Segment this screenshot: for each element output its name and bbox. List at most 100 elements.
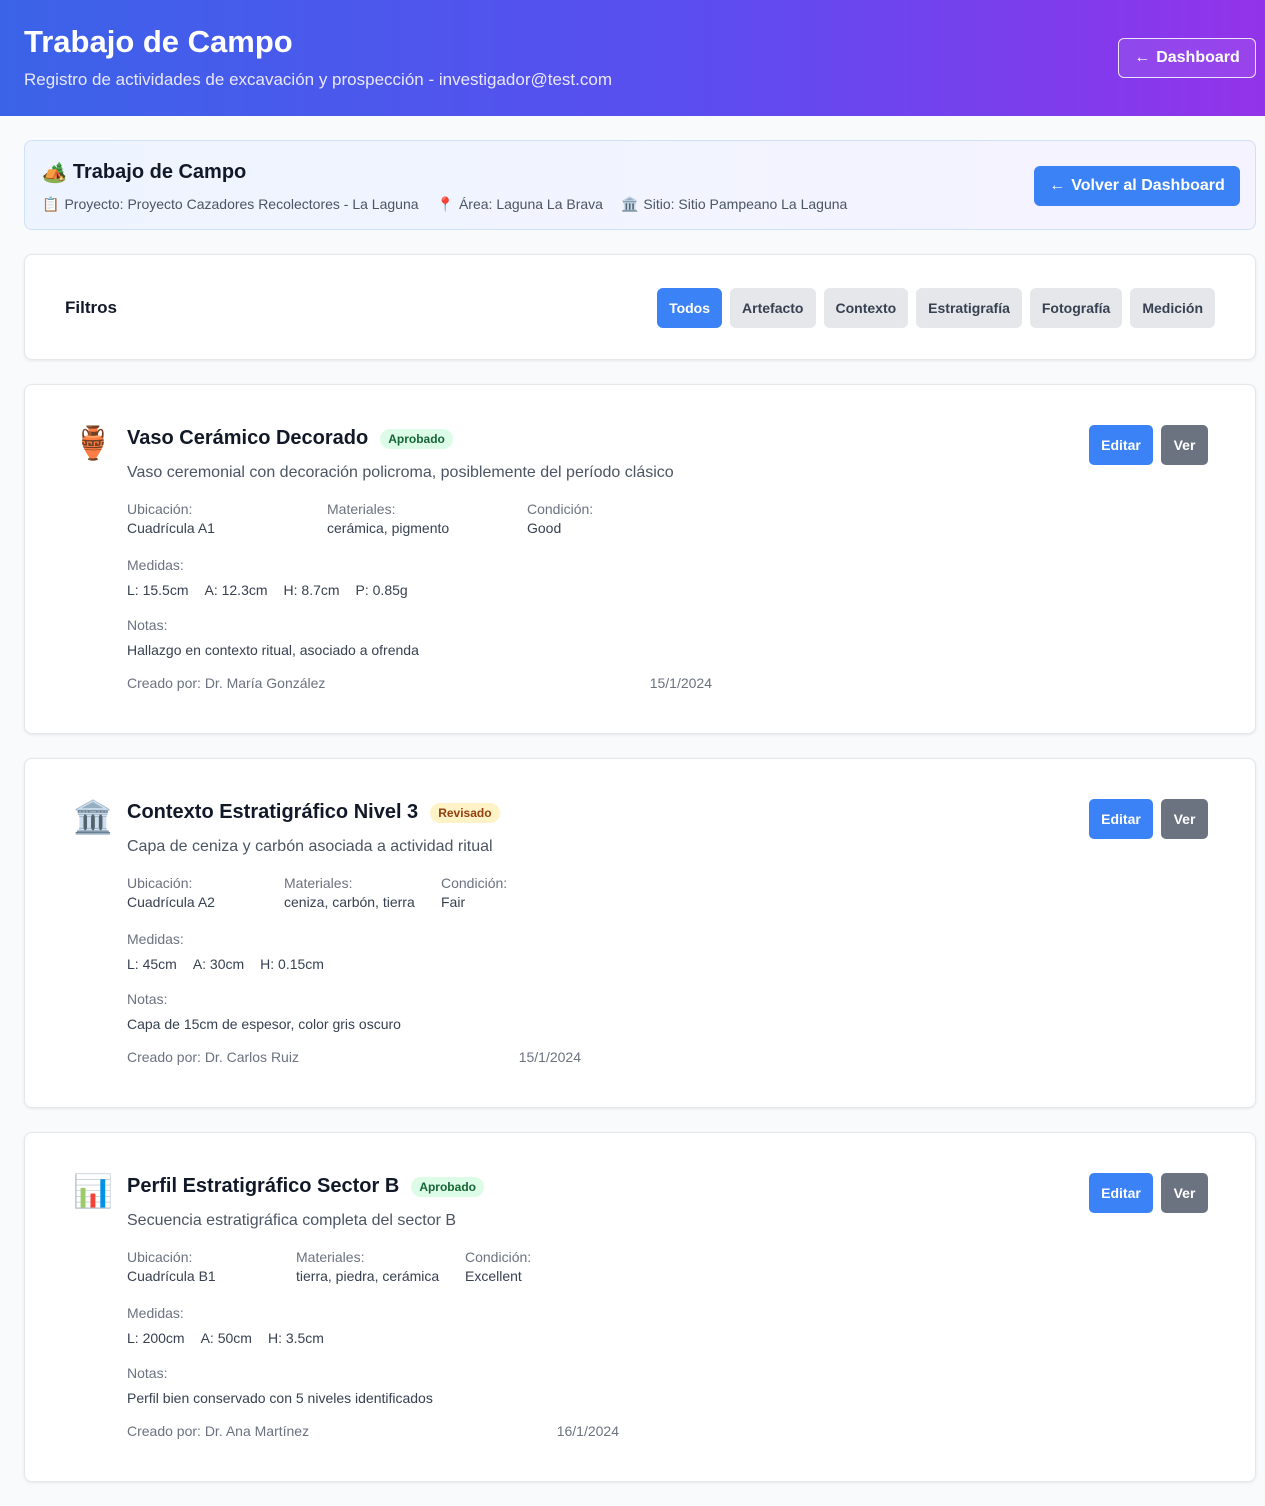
filter-contexto[interactable]: Contexto xyxy=(823,288,909,328)
record-title-row: Contexto Estratigráfico Nivel 3 Revisado xyxy=(127,801,500,824)
edit-button[interactable]: Editar xyxy=(1089,425,1153,465)
location-value: Cuadrícula A2 xyxy=(127,894,215,910)
measure-weight: P: 0.85g xyxy=(355,582,408,598)
filter-fotografia[interactable]: Fotografía xyxy=(1029,288,1123,328)
measure-height: H: 8.7cm xyxy=(283,582,340,598)
record-fields: Ubicación: Cuadrícula A2 Materiales: cen… xyxy=(127,875,507,910)
record-title-row: Vaso Cerámico Decorado Aprobado xyxy=(127,427,453,450)
measures-values: L: 200cm A: 50cm H: 3.5cm xyxy=(127,1330,324,1346)
location-label: Ubicación: xyxy=(127,875,193,891)
materials-label: Materiales: xyxy=(296,1249,365,1265)
page-subtitle: Registro de actividades de excavación y … xyxy=(24,70,612,89)
view-button[interactable]: Ver xyxy=(1161,1173,1208,1213)
location-value: Cuadrícula A1 xyxy=(127,520,215,536)
site-info: 🏛️ Sitio: Sitio Pampeano La Laguna xyxy=(621,196,847,213)
condition-field: Condición: Good xyxy=(527,501,593,536)
area-label: Área: Laguna La Brava xyxy=(458,196,603,212)
measures-label: Medidas: xyxy=(127,931,184,947)
record-title-row: Perfil Estratigráfico Sector B Aprobado xyxy=(127,1175,484,1198)
record-actions: Editar Ver xyxy=(1089,425,1208,465)
materials-label: Materiales: xyxy=(284,875,353,891)
notes-label: Notas: xyxy=(127,991,168,1007)
notes-label: Notas: xyxy=(127,1365,168,1381)
measure-width: A: 30cm xyxy=(192,956,245,972)
site-label: Sitio: Sitio Pampeano La Laguna xyxy=(643,196,848,212)
condition-field: Condición: Fair xyxy=(441,875,507,910)
project-info: 📋 Proyecto: Proyecto Cazadores Recolecto… xyxy=(42,196,419,213)
page-header: Trabajo de Campo Registro de actividades… xyxy=(0,0,1265,116)
condition-label: Condición: xyxy=(441,875,508,891)
measure-length: L: 200cm xyxy=(127,1330,185,1346)
status-badge: Aprobado xyxy=(411,1176,484,1197)
record-description: Vaso ceremonial con decoración policroma… xyxy=(127,464,674,481)
filter-chips: Todos Artefacto Contexto Estratigrafía F… xyxy=(657,288,1215,328)
record-card: 📊 Perfil Estratigráfico Sector B Aprobad… xyxy=(24,1132,1256,1482)
measure-height: H: 0.15cm xyxy=(260,956,324,972)
edit-button[interactable]: Editar xyxy=(1089,799,1153,839)
pin-icon: 📍 xyxy=(436,196,454,212)
project-info-panel: 🏕️ Trabajo de Campo 📋 Proyecto: Proyecto… xyxy=(24,140,1256,230)
view-button[interactable]: Ver xyxy=(1161,425,1208,465)
filters-title: Filtros xyxy=(65,298,117,317)
location-label: Ubicación: xyxy=(127,501,193,517)
notes-label: Notas: xyxy=(127,617,168,633)
back-button-label: Volver al Dashboard xyxy=(1071,177,1225,194)
measures-values: L: 15.5cm A: 12.3cm H: 8.7cm P: 0.85g xyxy=(127,582,408,598)
materials-value: tierra, piedra, cerámica xyxy=(296,1268,440,1284)
materials-field: Materiales: ceniza, carbón, tierra xyxy=(284,875,425,910)
filter-medicion[interactable]: Medición xyxy=(1130,288,1215,328)
area-info: 📍 Área: Laguna La Brava xyxy=(437,196,603,213)
record-card: 🏺 Vaso Cerámico Decorado Aprobado Vaso c… xyxy=(24,384,1256,734)
record-card: 🏛️ Contexto Estratigráfico Nivel 3 Revis… xyxy=(24,758,1256,1108)
created-by: Creado por: Dr. Ana Martínez xyxy=(127,1423,310,1439)
notes-value: Capa de 15cm de espesor, color gris oscu… xyxy=(127,1016,401,1032)
materials-field: Materiales: cerámica, pigmento xyxy=(327,501,511,536)
view-button[interactable]: Ver xyxy=(1161,799,1208,839)
record-actions: Editar Ver xyxy=(1089,799,1208,839)
measures-label: Medidas: xyxy=(127,557,184,573)
condition-value: Fair xyxy=(441,894,466,910)
filter-estratigrafia[interactable]: Estratigrafía xyxy=(916,288,1022,328)
measures-label: Medidas: xyxy=(127,1305,184,1321)
clipboard-icon: 📋 xyxy=(42,196,60,212)
record-title: Vaso Cerámico Decorado xyxy=(127,427,369,449)
created-by: Creado por: Dr. María González xyxy=(127,675,326,691)
measure-height: H: 3.5cm xyxy=(267,1330,324,1346)
record-title: Contexto Estratigráfico Nivel 3 xyxy=(127,801,419,823)
materials-field: Materiales: tierra, piedra, cerámica xyxy=(296,1249,449,1284)
status-badge: Aprobado xyxy=(380,428,453,449)
condition-label: Condición: xyxy=(465,1249,532,1265)
location-label: Ubicación: xyxy=(127,1249,193,1265)
bar-chart-icon: 📊 xyxy=(73,1173,113,1209)
measure-width: A: 12.3cm xyxy=(204,582,268,598)
location-field: Ubicación: Cuadrícula B1 xyxy=(127,1249,280,1284)
info-title: 🏕️ Trabajo de Campo xyxy=(42,160,246,185)
location-field: Ubicación: Cuadrícula A2 xyxy=(127,875,268,910)
condition-label: Condición: xyxy=(527,501,594,517)
location-value: Cuadrícula B1 xyxy=(127,1268,216,1284)
materials-value: ceniza, carbón, tierra xyxy=(284,894,415,910)
condition-field: Condición: Excellent xyxy=(465,1249,531,1284)
back-to-dashboard-button[interactable]: ← Volver al Dashboard xyxy=(1034,166,1240,206)
record-date: 16/1/2024 xyxy=(556,1423,619,1439)
notes-value: Hallazgo en contexto ritual, asociado a … xyxy=(127,642,419,658)
record-actions: Editar Ver xyxy=(1089,1173,1208,1213)
record-title: Perfil Estratigráfico Sector B xyxy=(127,1175,400,1197)
arrow-left-icon: ← xyxy=(1134,49,1151,66)
dashboard-button[interactable]: ← Dashboard xyxy=(1118,38,1256,78)
record-footer: Creado por: Dr. Ana Martínez 16/1/2024 xyxy=(127,1423,619,1439)
status-badge: Revisado xyxy=(430,802,500,823)
edit-button[interactable]: Editar xyxy=(1089,1173,1153,1213)
condition-value: Good xyxy=(527,520,562,536)
filter-todos[interactable]: Todos xyxy=(657,288,723,328)
record-description: Capa de ceniza y carbón asociada a activ… xyxy=(127,838,493,855)
building-icon: 🏛️ xyxy=(73,799,113,835)
record-footer: Creado por: Dr. María González 15/1/2024 xyxy=(127,675,712,691)
record-footer: Creado por: Dr. Carlos Ruiz 15/1/2024 xyxy=(127,1049,581,1065)
created-by: Creado por: Dr. Carlos Ruiz xyxy=(127,1049,299,1065)
filter-artefacto[interactable]: Artefacto xyxy=(730,288,816,328)
dashboard-button-label: Dashboard xyxy=(1156,49,1240,66)
location-field: Ubicación: Cuadrícula A1 xyxy=(127,501,311,536)
filters-panel: Filtros Todos Artefacto Contexto Estrati… xyxy=(24,254,1256,360)
vase-icon: 🏺 xyxy=(73,425,113,461)
